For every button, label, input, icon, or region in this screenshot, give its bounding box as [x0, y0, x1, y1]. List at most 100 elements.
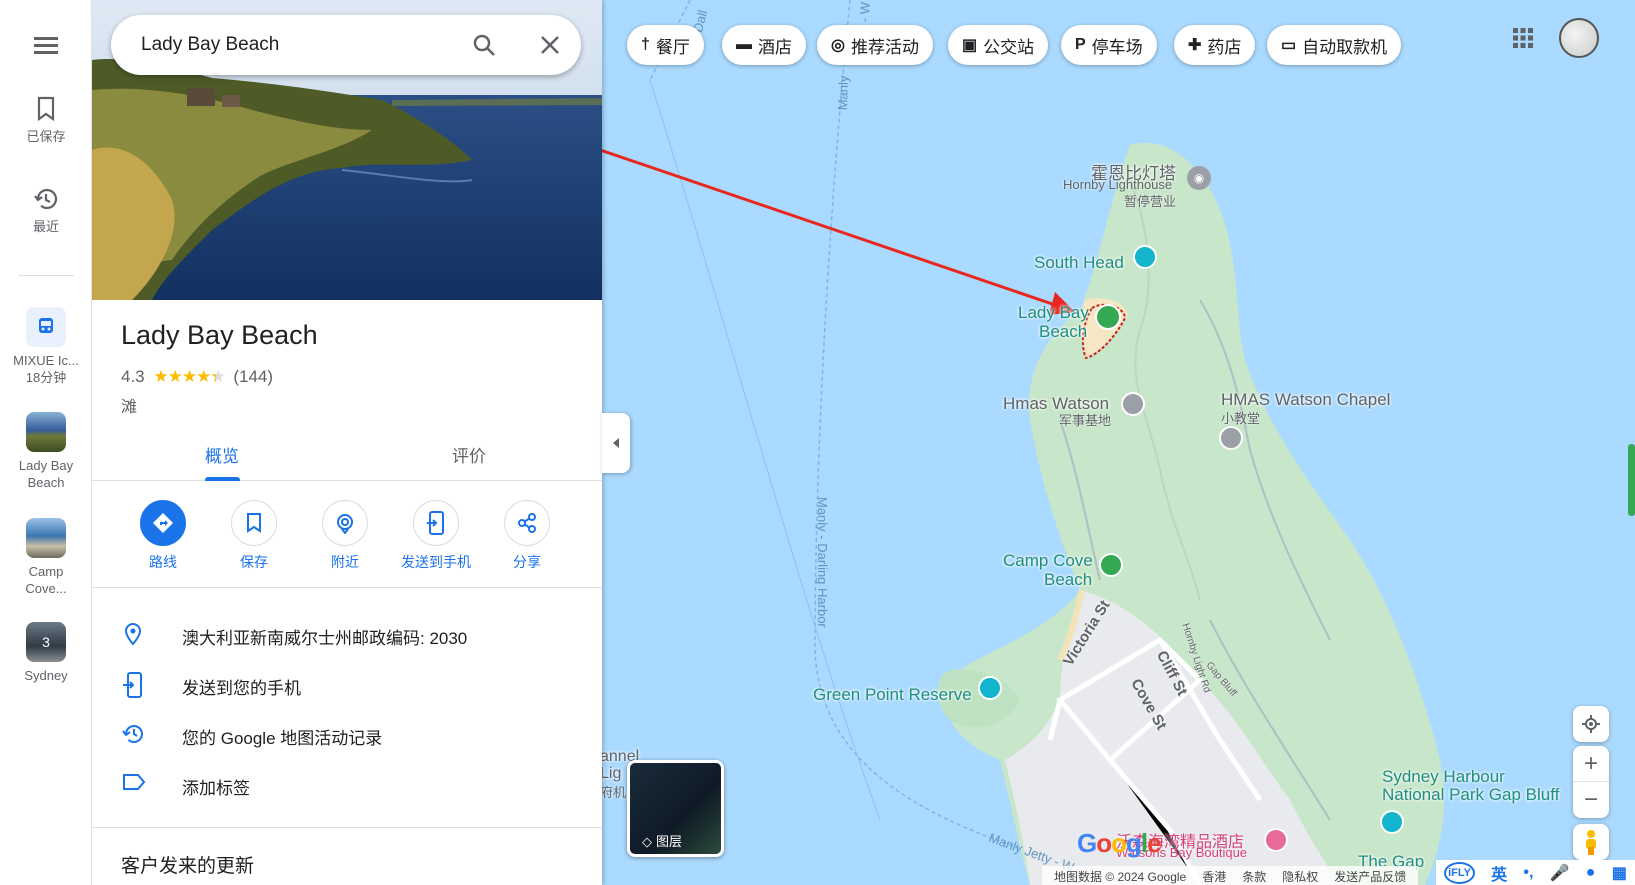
nearby-label: 附近	[331, 554, 359, 570]
park-pin-icon[interactable]	[978, 676, 1002, 700]
attribution-item[interactable]: 发送产品反馈	[1334, 870, 1406, 884]
chip-label: 自动取款机	[1302, 37, 1388, 57]
zoom-out-button[interactable]: −	[1573, 782, 1609, 818]
atm-icon: ▭	[1281, 37, 1297, 54]
directions-button[interactable]: 路线	[118, 500, 208, 572]
activity-text: 您的 Google 地图活动记录	[182, 729, 383, 748]
scroll-indicator[interactable]	[1628, 444, 1635, 516]
map-label-sydney-harbour-2[interactable]: National Park Gap Bluff	[1382, 785, 1559, 805]
search-icon[interactable]	[471, 32, 497, 58]
user-icon[interactable]: ●	[1586, 864, 1596, 882]
apps-grid-icon[interactable]	[1512, 27, 1534, 49]
church-pin-icon[interactable]	[1219, 426, 1243, 450]
map-label-lady-bay[interactable]: Lady Bay	[1018, 303, 1089, 323]
share-label: 分享	[513, 554, 541, 570]
info-send-to-phone[interactable]: 发送到您的手机	[92, 664, 602, 704]
recent-item-mixue[interactable]: MIXUE Ic... 18分钟	[0, 307, 92, 386]
share-button[interactable]: 分享	[482, 500, 572, 572]
place-title: Lady Bay Beach	[121, 320, 318, 350]
street-view-pegman[interactable]	[1573, 824, 1609, 860]
active-tab-indicator	[205, 477, 240, 481]
recent-item-label: Sydney	[24, 668, 68, 683]
camera-pin-icon[interactable]	[1133, 245, 1157, 269]
attribution-item[interactable]: 香港	[1202, 870, 1226, 884]
recent-item-camp-cove[interactable]: Camp Cove...	[0, 518, 92, 597]
chip-label: 停车场	[1091, 37, 1143, 57]
layers-button[interactable]: ◇ 图层	[627, 760, 724, 857]
send-to-phone-icon	[427, 511, 444, 535]
nearby-button[interactable]: 附近	[300, 500, 390, 572]
map-label-sydney-harbour[interactable]: Sydney Harbour	[1382, 767, 1505, 787]
camera-pin-icon[interactable]: ◉	[1187, 166, 1211, 190]
chip-pharmacy[interactable]: ✚ 药店	[1174, 25, 1256, 65]
chip-transit[interactable]: ▣ 公交站	[948, 25, 1049, 65]
chip-restaurant[interactable]: † 餐厅	[627, 25, 704, 65]
transit-icon	[26, 307, 66, 347]
ifly-icon[interactable]: iFLY	[1444, 861, 1475, 884]
address-text: 澳大利亚新南威尔士州邮政编码: 2030	[182, 629, 468, 648]
beach-pin-icon[interactable]	[1099, 553, 1123, 577]
rail-recent[interactable]: 最近	[0, 186, 92, 235]
map-attribution: 地图数据 © 2024 Google 香港 条款 隐私权 发送产品反馈	[1042, 866, 1419, 885]
map-label-lig: Lig	[600, 765, 622, 782]
info-add-label[interactable]: 添加标签	[92, 764, 602, 804]
updates-section-title: 客户发来的更新	[121, 856, 255, 877]
rail-saved[interactable]: 已保存	[0, 96, 92, 145]
my-location-button[interactable]	[1573, 706, 1609, 742]
layers-label: ◇ 图层	[642, 834, 683, 849]
map-label-lighthouse-en: Hornby Lighthouse	[1063, 177, 1173, 192]
directions-icon	[153, 513, 173, 533]
chip-hotel[interactable]: ▬ 酒店	[722, 25, 806, 65]
recent-item-label: MIXUE Ic...	[13, 353, 79, 368]
hotel-pin-icon[interactable]	[1264, 828, 1288, 852]
stack-count-badge: 3	[42, 633, 50, 650]
chevron-left-icon	[613, 438, 619, 448]
collapse-panel-button[interactable]	[602, 413, 630, 473]
map-label-chapel[interactable]: HMAS Watson Chapel	[1221, 390, 1390, 410]
chip-parking[interactable]: P 停车场	[1061, 25, 1157, 65]
zoom-in-button[interactable]: +	[1573, 746, 1609, 782]
place-category[interactable]: 滩	[121, 393, 137, 417]
save-label: 保存	[240, 554, 268, 570]
map-label-lady-bay-beach[interactable]: Beach	[1039, 322, 1087, 342]
send-to-phone-label: 发送到手机	[401, 554, 471, 570]
punctuation-icon[interactable]: •,	[1523, 864, 1533, 882]
tab-overview[interactable]: 概览	[205, 442, 239, 467]
place-thumbnail	[26, 412, 66, 452]
map-label-chapel-sub: 小教堂	[1221, 411, 1261, 426]
info-activity[interactable]: 您的 Google 地图活动记录	[92, 714, 602, 754]
close-icon[interactable]	[537, 32, 563, 58]
beach-pin-icon[interactable]	[1095, 304, 1121, 330]
account-avatar[interactable]	[1559, 18, 1599, 58]
recent-item-lady-bay[interactable]: Lady Bay Beach	[0, 412, 92, 491]
send-to-phone-button[interactable]: 发送到手机	[391, 500, 481, 572]
info-address[interactable]: 澳大利亚新南威尔士州邮政编码: 2030	[92, 614, 602, 654]
save-button[interactable]: 保存	[209, 500, 299, 572]
nearby-icon	[337, 514, 353, 534]
grid-icon[interactable]: ▦	[1612, 863, 1627, 883]
map-label-green-point[interactable]: Green Point Reserve	[813, 685, 972, 705]
attribution-item[interactable]: 隐私权	[1282, 870, 1318, 884]
microphone-icon[interactable]: 🎤	[1550, 863, 1570, 883]
recent-item-sydney[interactable]: 3 Sydney	[0, 622, 92, 684]
place-rating[interactable]: 4.3 ★★★★★★ (144)	[121, 367, 273, 387]
history-icon	[34, 188, 58, 210]
share-icon	[518, 513, 536, 533]
chip-atm[interactable]: ▭ 自动取款机	[1267, 25, 1402, 65]
tab-reviews[interactable]: 评价	[452, 442, 486, 467]
place-thumbnail	[26, 518, 66, 558]
ime-lang-toggle[interactable]: 英	[1491, 861, 1507, 885]
menu-icon[interactable]	[31, 33, 61, 59]
star-rating-icon: ★★★★★★	[153, 367, 225, 386]
attribution-item[interactable]: 条款	[1242, 870, 1266, 884]
hotel-icon: ▬	[736, 36, 752, 53]
camera-pin-icon[interactable]	[1380, 810, 1404, 834]
map-label-south-head[interactable]: South Head	[1034, 253, 1124, 273]
map-label-camp-cove-beach[interactable]: Beach	[1044, 570, 1092, 590]
chip-camera[interactable]: ◎ 推荐活动	[817, 25, 933, 65]
search-input[interactable]	[141, 33, 461, 57]
pin-icon[interactable]	[1121, 392, 1145, 416]
review-count[interactable]: (144)	[233, 367, 273, 386]
map-label-camp-cove[interactable]: Camp Cove	[1003, 551, 1093, 571]
rail-divider	[18, 275, 74, 276]
